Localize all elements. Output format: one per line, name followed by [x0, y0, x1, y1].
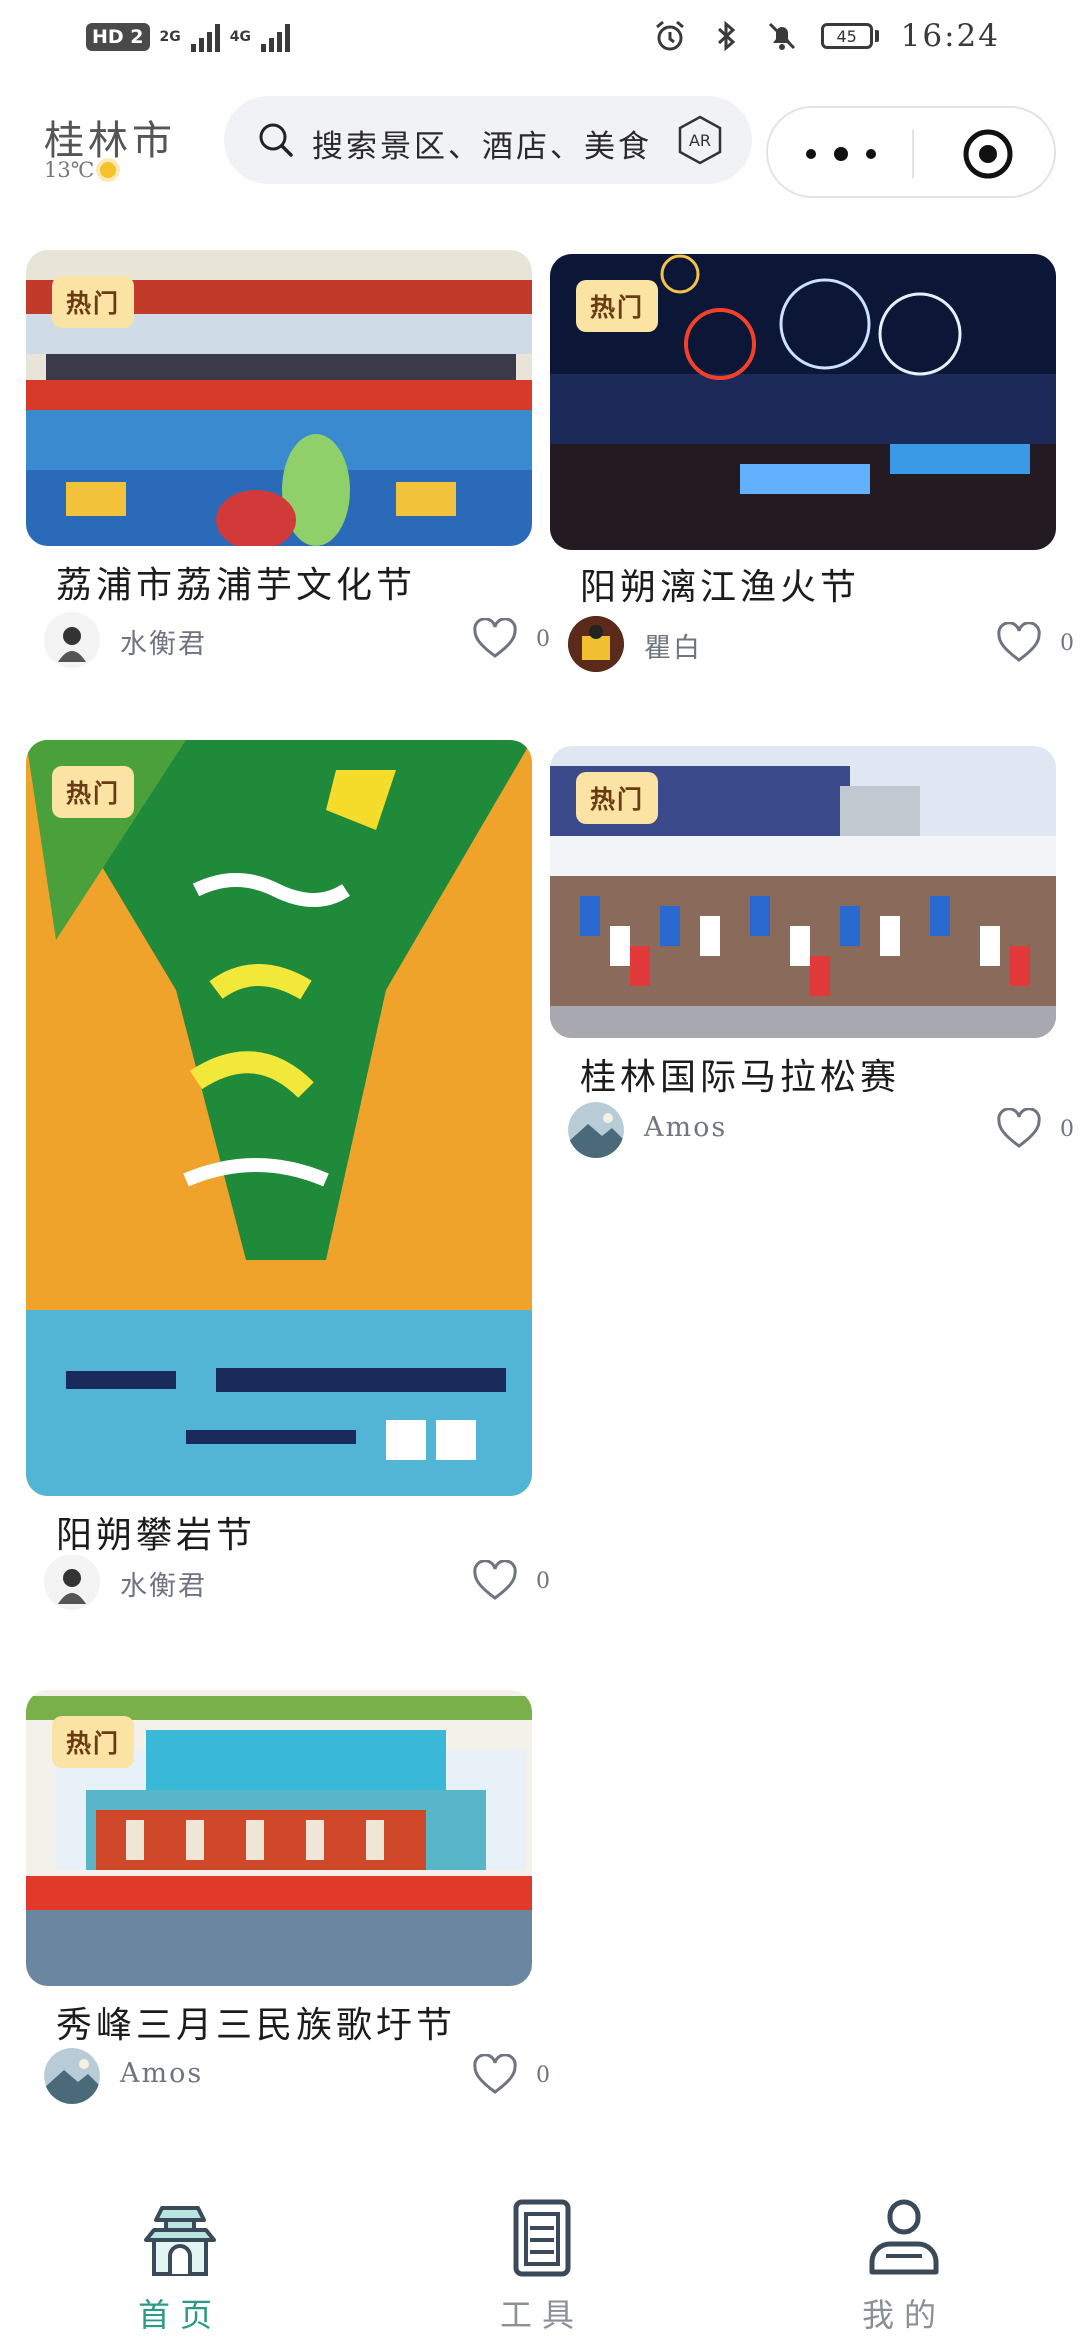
- capsule-divider: [912, 130, 914, 178]
- author-avatar[interactable]: [568, 1102, 624, 1158]
- hot-badge: 热门: [576, 280, 659, 332]
- like-button[interactable]: 0: [472, 618, 550, 660]
- heart-icon: [473, 2054, 517, 2094]
- status-left: HD 2 2G 4G: [86, 22, 290, 52]
- like-button[interactable]: 0: [996, 1108, 1074, 1150]
- like-button[interactable]: 0: [472, 2054, 550, 2096]
- event-card[interactable]: 热门 阳朔漓江渔火节 瞿白 0: [550, 254, 1074, 674]
- event-title: 秀峰三月三民族歌圩节: [56, 2005, 457, 2046]
- heart-icon: [473, 618, 517, 658]
- author-name[interactable]: Amos: [644, 1112, 727, 1143]
- signal-icon: [190, 22, 220, 52]
- hot-badge: 热门: [52, 1716, 135, 1768]
- close-target-icon[interactable]: [960, 126, 1016, 182]
- heart-icon: [997, 1108, 1041, 1148]
- like-count: 0: [536, 626, 550, 652]
- clock: 16:24: [900, 18, 1000, 54]
- like-count: 0: [536, 1568, 550, 1594]
- profile-icon: [869, 2199, 939, 2275]
- author-name[interactable]: 水衡君: [120, 1564, 207, 1603]
- like-count: 0: [1060, 630, 1074, 656]
- event-title: 桂林国际马拉松赛: [580, 1057, 901, 1098]
- hot-badge: 热门: [576, 772, 659, 824]
- event-title: 荔浦市荔浦芋文化节: [56, 565, 417, 606]
- event-image: [26, 740, 532, 1496]
- event-card[interactable]: 热门 秀峰三月三民族歌圩节 Amos 0: [26, 1690, 550, 2110]
- event-meta: 水衡君 0: [44, 1548, 550, 1610]
- hd-badge: HD 2: [86, 23, 150, 51]
- network-4g: 4G: [229, 29, 251, 45]
- heart-icon: [997, 622, 1041, 662]
- tab-home[interactable]: 首页: [80, 2180, 280, 2334]
- author-name[interactable]: 水衡君: [120, 622, 207, 661]
- author-avatar[interactable]: [44, 1554, 100, 1610]
- network-2g: 2G: [159, 29, 181, 45]
- battery-icon: 45: [820, 23, 879, 49]
- event-title: 阳朔漓江渔火节: [580, 567, 861, 608]
- battery-level: 45: [820, 23, 873, 49]
- author-name[interactable]: Amos: [120, 2058, 203, 2089]
- hot-badge: 热门: [52, 276, 135, 328]
- event-meta: Amos 0: [44, 2042, 550, 2104]
- sun-icon: [100, 162, 117, 178]
- more-icon[interactable]: [806, 136, 876, 172]
- bluetooth-icon: [717, 20, 735, 52]
- hot-badge: 热门: [52, 766, 135, 818]
- author-name[interactable]: 瞿白: [644, 626, 702, 665]
- event-meta: Amos 0: [568, 1096, 1074, 1158]
- like-count: 0: [1060, 1116, 1074, 1142]
- like-button[interactable]: 0: [996, 622, 1074, 664]
- author-avatar[interactable]: [44, 2048, 100, 2104]
- ar-label: AR: [689, 131, 711, 150]
- tools-doc-icon: [513, 2199, 571, 2277]
- event-card[interactable]: 热门 桂林国际马拉松赛 Amos 0: [550, 746, 1074, 1166]
- heart-icon: [473, 1560, 517, 1600]
- mini-program-capsule: [766, 106, 1056, 198]
- author-avatar[interactable]: [44, 612, 100, 668]
- alarm-icon: [655, 20, 684, 51]
- temperature: 13℃: [44, 158, 95, 182]
- status-bar: HD 2 2G 4G 45 16:24: [0, 0, 1080, 84]
- like-count: 0: [536, 2062, 550, 2088]
- tab-label: 首页: [137, 2296, 222, 2334]
- search-icon: [259, 123, 293, 157]
- search-bar[interactable]: 搜索景区、酒店、美食 AR: [224, 96, 752, 184]
- event-meta: 瞿白 0: [568, 610, 1074, 672]
- author-avatar[interactable]: [568, 616, 624, 672]
- tab-label: 我的: [861, 2296, 946, 2334]
- ar-icon[interactable]: AR: [674, 114, 726, 166]
- event-meta: 水衡君 0: [44, 606, 550, 668]
- mute-bell-icon: [768, 22, 795, 50]
- weather: 13℃: [44, 158, 117, 182]
- tab-tools[interactable]: 工具: [442, 2180, 642, 2334]
- event-card[interactable]: 热门 阳朔攀岩节 水衡君 0: [26, 740, 550, 1620]
- tab-profile[interactable]: 我的: [804, 2180, 1004, 2334]
- signal-icon-2: [260, 22, 290, 52]
- status-right: 45 16:24: [653, 18, 1000, 54]
- event-card[interactable]: 热门 荔浦市荔浦芋文化节 水衡君 0: [26, 250, 550, 670]
- search-placeholder: 搜索景区、酒店、美食: [312, 129, 652, 165]
- tab-label: 工具: [499, 2296, 584, 2334]
- like-button[interactable]: 0: [472, 1560, 550, 1602]
- bottom-tab-bar: 首页 工具 我的: [0, 2180, 1080, 2340]
- home-gate-icon: [144, 2206, 216, 2276]
